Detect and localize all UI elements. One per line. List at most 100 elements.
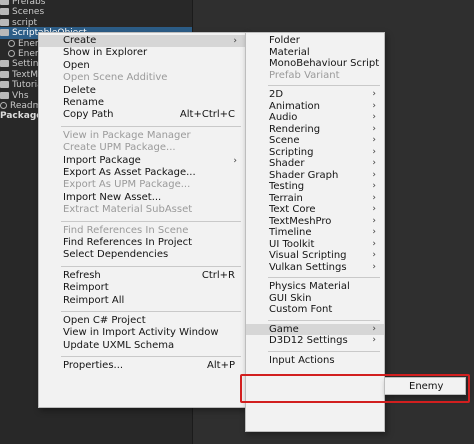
menu-item-folder[interactable]: Folder (246, 35, 384, 47)
chevron-right-icon: › (372, 112, 376, 122)
menu-item-material[interactable]: Material (246, 47, 384, 59)
menu-item-label: Find References In Project (63, 237, 193, 248)
menu-item-export-as-asset-package[interactable]: Export As Asset Package... (39, 167, 245, 179)
menu-item-rename[interactable]: Rename (39, 97, 245, 109)
asset-icon (8, 50, 15, 57)
menu-item-export-as-upm-package: Export As UPM Package... (39, 179, 245, 191)
chevron-right-icon: › (233, 36, 237, 46)
menu-item-scene[interactable]: Scene › (246, 135, 384, 147)
menu-item-label: Material (269, 46, 310, 58)
menu-item-shader-graph[interactable]: Shader Graph › (246, 170, 384, 182)
menu-item-label: Input Actions (269, 354, 335, 366)
menu-item-label: Refresh (63, 269, 101, 281)
asset-icon (0, 102, 7, 109)
shortcut-hint: Alt+Ctrl+C (179, 109, 235, 121)
menu-item-label: Terrain (269, 192, 303, 204)
menu-item-label: Export As UPM Package... (63, 179, 191, 191)
menu-item-label: Find References In Scene (63, 224, 189, 236)
menu-item-select-dependencies[interactable]: Select Dependencies (39, 249, 245, 261)
menu-item-custom-font[interactable]: Custom Font (246, 304, 384, 316)
menu-item-label: Audio (269, 112, 298, 123)
menu-item-import-package[interactable]: Import Package › (39, 155, 245, 167)
menu-item-update-uxml-schema[interactable]: Update UXML Schema (39, 340, 245, 352)
menu-item-label: Create UPM Package... (63, 142, 176, 154)
chevron-right-icon: › (372, 204, 376, 214)
menu-item-gui-skin[interactable]: GUI Skin (246, 293, 384, 305)
chevron-right-icon: › (372, 169, 376, 180)
menu-item-2d[interactable]: 2D › (246, 89, 384, 101)
shortcut-hint: Alt+P (207, 360, 235, 372)
folder-icon (0, 0, 9, 5)
chevron-right-icon: › (372, 250, 376, 260)
context-menu: Create › Show in Explorer Open Open Scene Ad… (38, 32, 246, 408)
menu-item-label: Delete (63, 84, 96, 96)
chevron-right-icon: › (372, 158, 376, 168)
chevron-right-icon: › (233, 155, 237, 166)
menu-separator (268, 319, 380, 321)
menu-separator (61, 311, 241, 312)
chevron-right-icon: › (372, 215, 376, 226)
chevron-right-icon: › (372, 238, 376, 249)
folder-icon (0, 71, 9, 78)
chevron-right-icon: › (372, 192, 376, 203)
menu-item-audio[interactable]: Audio › (246, 112, 384, 124)
menu-item-properties[interactable]: Properties... Alt+P (39, 360, 245, 372)
menu-item-label: Reimport (63, 282, 109, 294)
menu-item-copy-path[interactable]: Copy Path Alt+Ctrl+C (39, 109, 245, 121)
folder-icon (0, 92, 9, 99)
menu-item-monobehaviour-script[interactable]: MonoBehaviour Script (246, 58, 384, 70)
menu-item-label: MonoBehaviour Script (269, 58, 380, 69)
menu-item-view-in-import-activity-window[interactable]: View in Import Activity Window (39, 327, 245, 339)
chevron-right-icon: › (372, 146, 376, 157)
menu-item-label: Export As Asset Package... (63, 167, 196, 178)
menu-separator (61, 265, 241, 267)
menu-item-vulkan-settings[interactable]: Vulkan Settings › (246, 262, 384, 274)
menu-item-physics-material[interactable]: Physics Material (246, 281, 384, 293)
menu-item-label: Rename (63, 97, 105, 108)
menu-item-text-core[interactable]: Text Core › (246, 204, 384, 216)
menu-item-label: Open C# Project (63, 315, 146, 326)
menu-item-label: Physics Material (269, 281, 350, 292)
menu-item-rendering[interactable]: Rendering › (246, 124, 384, 136)
menu-item-animation[interactable]: Animation › (246, 101, 384, 113)
menu-separator (268, 85, 380, 86)
menu-item-scripting[interactable]: Scripting › (246, 147, 384, 159)
menu-item-label: Open (63, 59, 90, 71)
create-submenu: Folder Material MonoBehaviour Script Prefab… (245, 32, 385, 432)
menu-item-shader[interactable]: Shader › (246, 158, 384, 170)
menu-item-terrain[interactable]: Terrain › (246, 193, 384, 205)
menu-item-input-actions[interactable]: Input Actions (246, 355, 384, 367)
menu-item-visual-scripting[interactable]: Visual Scripting › (246, 250, 384, 262)
menu-item-label: View in Import Activity Window (63, 327, 219, 339)
menu-item-prefab-variant: Prefab Variant (246, 70, 384, 82)
menu-item-reimport[interactable]: Reimport (39, 282, 245, 294)
menu-item-label: Copy Path (63, 109, 114, 121)
menu-item-open-c-project[interactable]: Open C# Project (39, 315, 245, 327)
menu-item-show-in-explorer[interactable]: Show in Explorer (39, 47, 245, 59)
menu-item-label: Import New Asset... (63, 191, 162, 203)
menu-item-d3d12-settings[interactable]: D3D12 Settings › (246, 335, 384, 347)
menu-item-game[interactable]: Game › (246, 323, 384, 335)
menu-item-label: Prefab Variant (269, 69, 340, 81)
menu-item-label: Shader (269, 158, 305, 169)
menu-item-reimport-all[interactable]: Reimport All (39, 295, 245, 307)
menu-item-textmeshpro[interactable]: TextMeshPro › (246, 216, 384, 228)
menu-item-label: Text Core (269, 204, 316, 215)
menu-item-create[interactable]: Create › (39, 35, 245, 48)
menu-item-open[interactable]: Open (39, 60, 245, 72)
menu-item-label: Rendering (269, 123, 321, 135)
menu-item-refresh[interactable]: Refresh Ctrl+R (39, 270, 245, 282)
menu-item-label: Animation (269, 100, 320, 112)
menu-item-import-new-asset[interactable]: Import New Asset... (39, 192, 245, 204)
menu-item-label: D3D12 Settings (269, 335, 348, 346)
asset-icon (8, 40, 15, 47)
chevron-right-icon: › (372, 261, 376, 272)
menu-item-testing[interactable]: Testing › (246, 181, 384, 193)
chevron-right-icon: › (372, 100, 376, 111)
menu-item-label: Extract Material SubAsset (63, 204, 193, 216)
menu-item-ui-toolkit[interactable]: UI Toolkit › (246, 239, 384, 251)
menu-item-delete[interactable]: Delete (39, 85, 245, 97)
menu-item-find-references-in-project[interactable]: Find References In Project (39, 237, 245, 249)
menu-item-timeline[interactable]: Timeline › (246, 227, 384, 239)
menu-separator (61, 125, 241, 127)
